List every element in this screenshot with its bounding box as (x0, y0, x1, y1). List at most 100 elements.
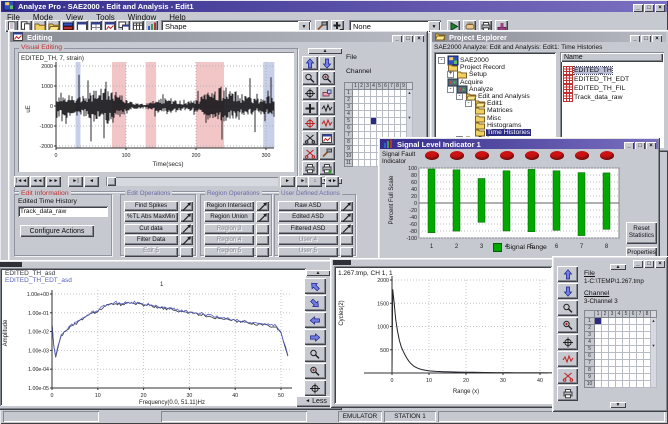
close-button[interactable]: × (655, 260, 665, 268)
asd-palette-scroll-up[interactable]: ▲ (306, 270, 330, 276)
-tl-abs-maxmin-button[interactable]: %TL Abs MaxMin (124, 212, 178, 222)
region-union-button[interactable]: Region Union (204, 212, 254, 222)
raw-asd-button[interactable]: Raw ASD (278, 201, 338, 211)
close-button[interactable]: × (652, 35, 662, 42)
list-header-name[interactable]: Name (561, 53, 663, 62)
edit-tool-cut-red[interactable] (302, 146, 318, 160)
filtered-asd-button[interactable]: Filtered ASD (278, 224, 338, 234)
list-item-track_data_raw[interactable]: Track_data_raw (562, 92, 622, 103)
edit-tool-arrow-down[interactable] (319, 56, 335, 70)
action-icon-button[interactable] (256, 212, 269, 222)
action-icon-button[interactable] (180, 201, 193, 211)
transport-button[interactable]: ◄► (325, 176, 339, 187)
edit-tool-printer[interactable] (302, 161, 318, 175)
minimize-button[interactable]: _ (633, 260, 643, 268)
transport-button[interactable]: ◄◄ (30, 176, 45, 187)
project-tree[interactable]: -SAE2000Project Record+SetupAcquire-Anal… (434, 52, 556, 148)
action-icon-button[interactable] (180, 224, 193, 234)
asd-tool-arrow-se[interactable] (304, 295, 326, 311)
edit-tool-target[interactable] (302, 86, 318, 100)
reset-statistics-button[interactable]: Reset Statistics (626, 222, 657, 244)
minimize-button[interactable]: _ (630, 35, 640, 42)
action-icon-button[interactable] (256, 201, 269, 211)
action-icon-button[interactable] (340, 212, 353, 222)
signal-indicator-title: Signal Level Indicator 1 (397, 140, 481, 149)
transport-button[interactable]: ►► (46, 176, 61, 187)
close-button[interactable]: × (414, 35, 424, 42)
file-panel-tool-wave-red[interactable] (557, 351, 578, 367)
transport-scroll-thumb[interactable] (107, 177, 116, 186)
edit-tool-cut[interactable] (302, 131, 318, 145)
tree-expand-toggle[interactable]: - (438, 57, 445, 64)
project-explorer-titlebar[interactable]: Project Explorer _□× (432, 32, 666, 42)
editing-titlebar[interactable]: Editing _□× (10, 32, 426, 42)
file-panel-tool-target[interactable] (557, 334, 578, 350)
edit-tool-wave[interactable] (319, 101, 335, 115)
asd-tool-arrow-right[interactable] (304, 329, 326, 345)
action-icon-button[interactable] (340, 224, 353, 234)
edit-tool-printer-2[interactable] (319, 161, 335, 175)
transport-button[interactable]: ► (280, 176, 295, 187)
configure-actions-button[interactable]: Configure Actions (20, 225, 94, 237)
action-icon-button[interactable] (340, 201, 353, 211)
maximize-button[interactable]: □ (644, 4, 654, 12)
edit-tool-eraser[interactable] (319, 86, 335, 100)
printer-2-icon (321, 163, 333, 174)
maximize-button[interactable]: □ (644, 260, 654, 268)
edit-tool-tools[interactable] (319, 146, 335, 160)
arrow-left-icon (309, 315, 321, 326)
edit-tool-target-red[interactable] (302, 116, 318, 130)
item-list[interactable]: Name EDITED_THEDITED_TH_EDTEDITED_TH_FIL… (560, 52, 664, 148)
filter-data-button[interactable]: Filter Data (124, 235, 178, 245)
title-bar[interactable]: Analyze Pro - SAE2000 - Edit and Analysi… (1, 1, 667, 12)
edit-tool-zoom-plus[interactable] (319, 71, 335, 85)
transport-button[interactable]: ↕ (308, 176, 322, 187)
tree-expand-toggle[interactable]: - (447, 86, 454, 93)
region-intersect-button[interactable]: Region Intersect (204, 201, 254, 211)
tree-expand-toggle[interactable]: - (456, 93, 463, 100)
grid-table[interactable]: 123456781▲▼2345678910 (584, 310, 657, 388)
file-panel-tool-zoom[interactable] (557, 300, 578, 316)
transport-button[interactable]: ◄ (84, 176, 99, 187)
maximize-button[interactable]: □ (403, 35, 413, 42)
edited-asd-button[interactable]: Edited ASD (278, 212, 338, 222)
action-icon-button[interactable] (180, 235, 193, 245)
svg-text:1.00e-02: 1.00e-02 (28, 330, 49, 336)
asd-tool-zoom[interactable] (304, 346, 326, 362)
maximize-button[interactable]: □ (641, 35, 651, 42)
file-panel-tool-zoom-plus[interactable] (557, 317, 578, 333)
asd-tool-arrow-left[interactable] (304, 312, 326, 328)
edited-time-history-field[interactable]: Track_data_raw (18, 206, 108, 217)
cut-data-button[interactable]: Cut data (124, 224, 178, 234)
close-button[interactable]: × (655, 4, 665, 12)
edit-tool-plus[interactable] (302, 101, 318, 115)
palette-scroll-up[interactable]: ▲ (308, 48, 342, 54)
transport-button[interactable]: |◄◄ (14, 176, 29, 187)
asd-tool-zoom-plus[interactable] (304, 363, 326, 379)
edit-tool-wave-red[interactable] (319, 116, 335, 130)
tree-expand-toggle[interactable]: - (465, 100, 472, 107)
visual-editing-label: Visual Editing (19, 44, 64, 51)
minimize-button[interactable]: _ (392, 35, 402, 42)
transport-scrollbar[interactable] (106, 177, 278, 186)
maximize-button[interactable]: □ (635, 142, 645, 149)
edit-tool-arrow-up[interactable] (302, 56, 318, 70)
asd-tool-arrow-nw[interactable] (304, 278, 326, 294)
file-panel-tool-arrow-down[interactable] (557, 283, 578, 299)
panel-spin-down[interactable]: ▼ (610, 402, 626, 408)
minimize-button[interactable]: _ (633, 4, 643, 12)
close-button[interactable]: × (646, 142, 656, 149)
panel-spin-up[interactable]: ▲ (610, 264, 626, 270)
minimize-button[interactable]: _ (624, 142, 634, 149)
asd-tool-target[interactable] (304, 380, 326, 396)
transport-button[interactable]: ►| (68, 176, 83, 187)
action-icon-button[interactable] (180, 212, 193, 222)
file-channel-grid[interactable]: 123456781▲▼2345678910 (584, 310, 657, 388)
edit-tool-window-chart[interactable] (319, 131, 335, 145)
file-panel-tool-cut-red[interactable] (557, 368, 578, 384)
signal-indicator-titlebar[interactable]: Signal Level Indicator 1 _□× (380, 139, 658, 149)
file-panel-tool-printer[interactable] (557, 385, 578, 401)
file-panel-tool-arrow-up[interactable] (557, 266, 578, 282)
find-spikes-button[interactable]: Find Spikes (124, 201, 178, 211)
edit-tool-zoom[interactable] (302, 71, 318, 85)
